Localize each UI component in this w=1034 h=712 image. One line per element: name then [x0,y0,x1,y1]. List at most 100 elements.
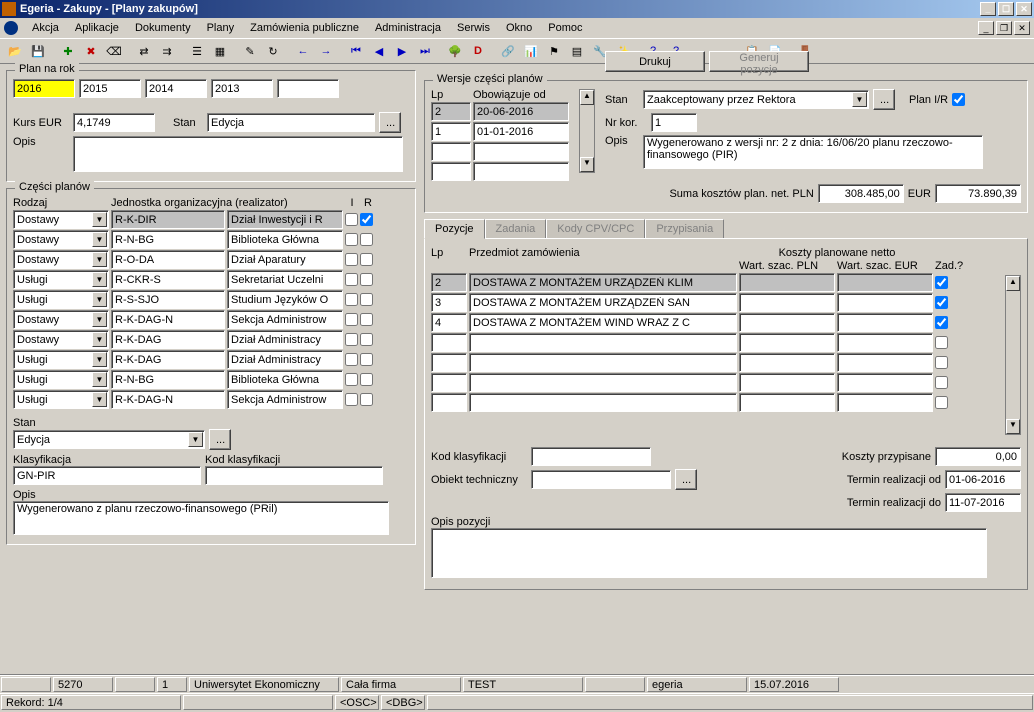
rodzaj-3[interactable] [13,270,109,289]
opis-textarea[interactable] [73,136,403,172]
drukuj-button[interactable]: Drukuj [605,51,705,72]
tb-dup-icon[interactable]: ⇉ [156,40,178,62]
tb-clear-icon[interactable]: ⌫ [103,40,125,62]
czesci-stan-dropdown[interactable] [13,430,205,449]
jedn-kod-0[interactable] [111,210,225,229]
rodzaj-1[interactable] [13,230,109,249]
wersje-lp-0[interactable] [431,102,471,121]
i-chk-3[interactable] [345,273,358,286]
tb-link-icon[interactable]: 🔗 [497,40,519,62]
suma-eur-input[interactable] [935,184,1021,203]
rodzaj-0[interactable] [13,210,109,229]
poz-przedmiot-4[interactable] [469,353,737,372]
i-chk-2[interactable] [345,253,358,266]
i-chk-0[interactable] [345,213,358,226]
year-input-4[interactable] [277,79,339,98]
rodzaj-8[interactable] [13,370,109,389]
jedn-nazwa-1[interactable] [227,230,343,249]
jedn-kod-7[interactable] [111,350,225,369]
jedn-kod-4[interactable] [111,290,225,309]
poz-lp-2[interactable] [431,313,467,332]
rodzaj-2[interactable] [13,250,109,269]
wersje-od-2[interactable] [473,142,569,161]
poz-pln-3[interactable] [739,333,835,352]
kodklas-input[interactable] [205,466,383,485]
tb-next-icon[interactable]: → [315,40,337,62]
tb-tree-icon[interactable]: 🌳 [444,40,466,62]
jedn-kod-9[interactable] [111,390,225,409]
tb-fwd-icon[interactable]: ▶ [391,40,413,62]
poz-lp-5[interactable] [431,373,467,392]
poz-zad-2[interactable] [935,316,948,329]
poz-pln-6[interactable] [739,393,835,412]
mdi-restore-button[interactable]: ❐ [996,21,1012,35]
tb-copy-icon[interactable]: ⇄ [133,40,155,62]
generuj-button[interactable]: Generuj pozycje [709,51,809,72]
poz-eur-4[interactable] [837,353,933,372]
jedn-kod-3[interactable] [111,270,225,289]
poz-pln-0[interactable] [739,273,835,292]
r-chk-3[interactable] [360,273,373,286]
i-chk-4[interactable] [345,293,358,306]
poz-eur-2[interactable] [837,313,933,332]
rodzaj-7[interactable] [13,350,109,369]
poz-scrollbar[interactable]: ▲ ▼ [1005,275,1021,435]
wersje-od-1[interactable] [473,122,569,141]
tb-grid-icon[interactable]: ▦ [209,40,231,62]
jedn-kod-1[interactable] [111,230,225,249]
jedn-kod-6[interactable] [111,330,225,349]
poz-eur-3[interactable] [837,333,933,352]
r-chk-1[interactable] [360,233,373,246]
jedn-nazwa-2[interactable] [227,250,343,269]
i-chk-6[interactable] [345,333,358,346]
poz-przedmiot-6[interactable] [469,393,737,412]
jedn-nazwa-4[interactable] [227,290,343,309]
czesci-opis-textarea[interactable] [13,501,389,535]
jedn-kod-2[interactable] [111,250,225,269]
rodzaj-6[interactable] [13,330,109,349]
poz-kodklas-input[interactable] [531,447,651,466]
poz-przedmiot-1[interactable] [469,293,737,312]
maximize-button[interactable]: ☐ [998,2,1014,16]
menu-okno[interactable]: Okno [498,20,540,36]
year-input-2[interactable] [145,79,207,98]
termod-input[interactable] [945,470,1021,489]
tb-legend-icon[interactable]: ▤ [566,40,588,62]
tab-1[interactable]: Zadania [485,219,547,238]
tb-save-icon[interactable]: 💾 [27,40,49,62]
poz-pln-4[interactable] [739,353,835,372]
r-chk-8[interactable] [360,373,373,386]
poz-przedmiot-2[interactable] [469,313,737,332]
tab-2[interactable]: Kody CPV/CPC [546,219,645,238]
nrkor-input[interactable] [651,113,697,132]
r-chk-7[interactable] [360,353,373,366]
poz-eur-1[interactable] [837,293,933,312]
poz-pln-1[interactable] [739,293,835,312]
poz-zad-0[interactable] [935,276,948,289]
menu-zamówienia publiczne[interactable]: Zamówienia publiczne [242,20,367,36]
tb-open-icon[interactable]: 📂 [4,40,26,62]
menu-serwis[interactable]: Serwis [449,20,498,36]
rodzaj-4[interactable] [13,290,109,309]
mdi-close-button[interactable]: ✕ [1014,21,1030,35]
poz-eur-5[interactable] [837,373,933,392]
tb-chart-icon[interactable]: 📊 [520,40,542,62]
r-chk-6[interactable] [360,333,373,346]
poz-lp-0[interactable] [431,273,467,292]
suma-pln-input[interactable] [818,184,904,203]
tb-back-icon[interactable]: ◀ [368,40,390,62]
wersje-od-0[interactable] [473,102,569,121]
tb-flag-icon[interactable]: ⚑ [543,40,565,62]
planir-checkbox[interactable] [952,93,965,106]
i-chk-1[interactable] [345,233,358,246]
mdi-minimize-button[interactable]: _ [978,21,994,35]
tb-list-icon[interactable]: ☰ [186,40,208,62]
tb-prev-icon[interactable]: ← [292,40,314,62]
poz-zad-3[interactable] [935,336,948,349]
poz-eur-6[interactable] [837,393,933,412]
scroll-up-icon[interactable]: ▲ [580,90,594,105]
jedn-nazwa-6[interactable] [227,330,343,349]
scroll-down-icon[interactable]: ▼ [1006,419,1020,434]
tb-edit-icon[interactable]: ✎ [239,40,261,62]
termdo-input[interactable] [945,493,1021,512]
